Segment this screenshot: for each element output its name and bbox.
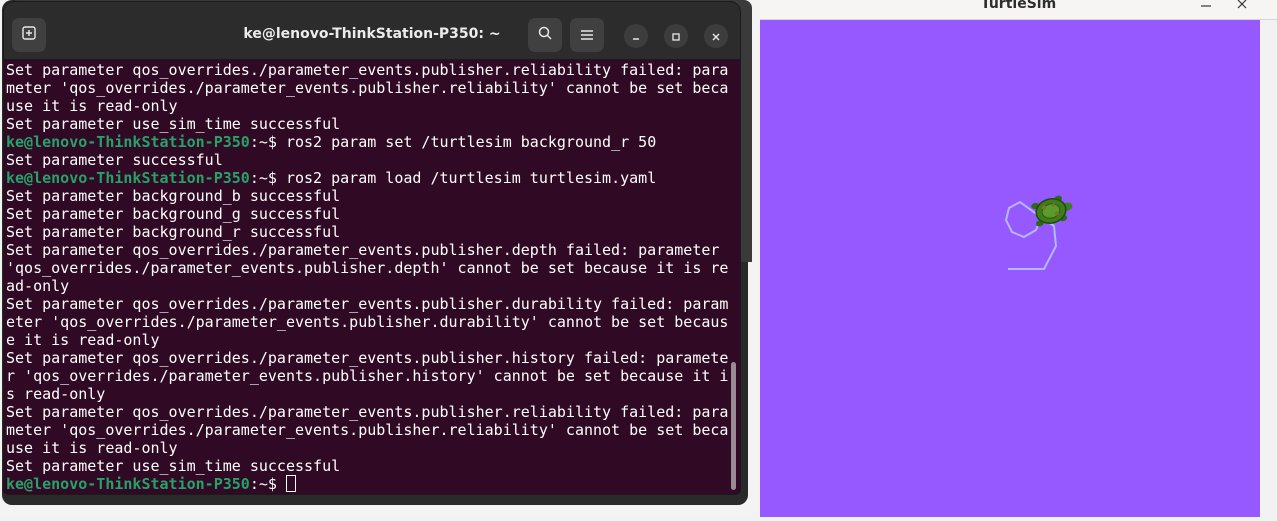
terminal-line: ke@lenovo-ThinkStation-P350:~$ ros2 para… [6, 169, 732, 187]
turtlesim-close-button[interactable] [1232, 0, 1252, 12]
command-text: ros2 param set /turtlesim background_r 5… [285, 133, 657, 151]
maximize-icon [671, 27, 681, 46]
output-text: ad-only [6, 277, 70, 295]
terminal-line: 'qos_overrides./parameter_events.publish… [6, 259, 732, 277]
minimize-icon [1200, 0, 1212, 15]
minimize-icon [631, 27, 641, 46]
output-text: Set parameter qos_overrides./parameter_e… [6, 295, 729, 313]
terminal-line: Set parameter background_b successful [6, 187, 732, 205]
desktop-edge [1260, 20, 1277, 517]
output-text: meter 'qos_overrides./parameter_events.p… [6, 421, 729, 439]
terminal-line: Set parameter qos_overrides./parameter_e… [6, 61, 732, 79]
terminal-line: Set parameter background_r successful [6, 223, 732, 241]
terminal-line: ke@lenovo-ThinkStation-P350:~$ [6, 475, 732, 493]
output-text: Set parameter background_g successful [6, 205, 341, 223]
terminal-line: Set parameter qos_overrides./parameter_e… [6, 241, 732, 259]
prompt-path: :~$ [249, 133, 286, 151]
maximize-button[interactable] [664, 24, 688, 48]
prompt-user: ke@lenovo-ThinkStation-P350 [6, 133, 250, 151]
minimize-button[interactable] [624, 24, 648, 48]
output-text: eter 'qos_overrides./parameter_events.pu… [6, 313, 729, 331]
menu-button[interactable] [570, 18, 604, 52]
output-text: Set parameter qos_overrides./parameter_e… [6, 349, 729, 367]
turtle-icon [1031, 195, 1073, 227]
terminal-scrollbar[interactable] [731, 362, 736, 490]
terminal-cursor[interactable] [285, 475, 296, 492]
new-tab-icon [21, 25, 37, 45]
prompt-path: :~$ [249, 475, 286, 493]
output-text: meter 'qos_overrides./parameter_events.p… [6, 79, 729, 97]
output-text: Set parameter background_r successful [6, 223, 341, 241]
turtlesim-header-bar[interactable]: TurtleSim [760, 0, 1277, 20]
turtlesim-minimize-button[interactable] [1196, 0, 1216, 12]
turtlesim-canvas [760, 20, 1260, 517]
terminal-line: Set parameter background_g successful [6, 205, 732, 223]
terminal-line: r 'qos_overrides./parameter_events.publi… [6, 367, 732, 385]
output-text: Set parameter successful [6, 151, 223, 169]
terminal-line: Set parameter use_sim_time successful [6, 457, 732, 475]
search-button[interactable] [528, 18, 562, 52]
command-text: ros2 param load /turtlesim turtlesim.yam… [285, 169, 657, 187]
terminal-line: Set parameter use_sim_time successful [6, 115, 732, 133]
prompt-user: ke@lenovo-ThinkStation-P350 [6, 475, 250, 493]
turtlesim-window[interactable]: TurtleSim [760, 0, 1277, 517]
terminal-line: Set parameter qos_overrides./parameter_e… [6, 403, 732, 421]
new-tab-button[interactable] [12, 18, 46, 52]
hamburger-menu-icon [580, 26, 594, 45]
terminal-line: Set parameter successful [6, 151, 732, 169]
terminal-line: s read-only [6, 385, 732, 403]
terminal-line: use it is read-only [6, 439, 732, 457]
search-icon [537, 25, 553, 45]
close-icon [711, 27, 721, 46]
output-text: use it is read-only [6, 439, 178, 457]
output-text: Set parameter qos_overrides./parameter_e… [6, 403, 729, 421]
terminal-line: eter 'qos_overrides./parameter_events.pu… [6, 313, 732, 331]
output-text: Set parameter use_sim_time successful [6, 457, 341, 475]
close-icon [1236, 0, 1248, 14]
output-text: r 'qos_overrides./parameter_events.publi… [6, 367, 729, 385]
terminal-window[interactable]: ke@lenovo-ThinkStation-P350: ~ Set param… [4, 2, 740, 494]
terminal-line: ke@lenovo-ThinkStation-P350:~$ ros2 para… [6, 133, 732, 151]
terminal-title: ke@lenovo-ThinkStation-P350: ~ [243, 26, 501, 42]
terminal-line: use it is read-only [6, 97, 732, 115]
terminal-line: e it is read-only [6, 331, 732, 349]
output-text: Set parameter background_b successful [6, 187, 341, 205]
terminal-header-bar[interactable]: ke@lenovo-ThinkStation-P350: ~ [4, 2, 740, 60]
terminal-line: meter 'qos_overrides./parameter_events.p… [6, 79, 732, 97]
terminal-line: Set parameter qos_overrides./parameter_e… [6, 349, 732, 367]
terminal-output[interactable]: Set parameter qos_overrides./parameter_e… [4, 61, 732, 494]
output-text: e it is read-only [6, 331, 160, 349]
output-text: 'qos_overrides./parameter_events.publish… [6, 259, 729, 277]
turtlesim-drawing [1004, 195, 1073, 270]
output-text: Set parameter qos_overrides./parameter_e… [6, 61, 729, 79]
output-text: use it is read-only [6, 97, 178, 115]
terminal-line: Set parameter qos_overrides./parameter_e… [6, 295, 732, 313]
output-text: s read-only [6, 385, 106, 403]
prompt-path: :~$ [249, 169, 286, 187]
terminal-line: meter 'qos_overrides./parameter_events.p… [6, 421, 732, 439]
output-text: Set parameter use_sim_time successful [6, 115, 341, 133]
close-button[interactable] [704, 24, 728, 48]
prompt-user: ke@lenovo-ThinkStation-P350 [6, 169, 250, 187]
output-text: Set parameter qos_overrides./parameter_e… [6, 241, 720, 259]
terminal-line: ad-only [6, 277, 732, 295]
